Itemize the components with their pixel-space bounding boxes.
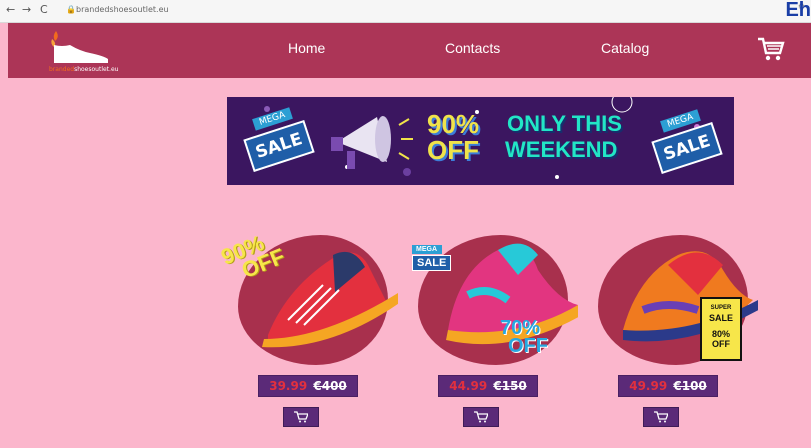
cart-icon: [654, 411, 668, 423]
lock-icon: 🔒: [66, 5, 76, 14]
original-price: €100: [673, 379, 707, 393]
cart-icon: [294, 411, 308, 423]
sale-price: 44.99: [449, 379, 488, 393]
cart-icon[interactable]: [757, 37, 785, 63]
original-price: €150: [493, 379, 527, 393]
cart-icon: [474, 411, 488, 423]
product-card-3: SUPER SALE 80% OFF 49.99 €100: [588, 225, 768, 427]
site-header: brandedshoesoutlet.eu Home Contacts Cata…: [8, 23, 811, 78]
logo-text: brandedshoesoutlet.eu: [49, 66, 119, 73]
banner-off-text: 90% OFF: [427, 109, 480, 165]
product-card-1: 90% OFF 39.99 €400: [217, 225, 408, 427]
back-icon[interactable]: ←: [6, 3, 15, 16]
nav-catalog-link[interactable]: Catalog: [601, 40, 649, 56]
sale-price: 49.99: [629, 379, 668, 393]
mega-sale-left-badge: MEGA SALE: [243, 107, 315, 173]
nav-contacts-link[interactable]: Contacts: [445, 40, 500, 56]
price-tag: 44.99 €150: [438, 375, 538, 397]
banner-headline: ONLY THIS WEEKEND: [505, 111, 622, 162]
corner-logo: Eh: [785, 0, 811, 21]
address-bar[interactable]: brandedshoesoutlet.eu: [76, 5, 169, 14]
discount-badge-70: 70% OFF: [500, 317, 548, 357]
sale-price: 39.99: [269, 379, 308, 393]
logo-shoe-icon[interactable]: [46, 29, 114, 65]
nav-home-link[interactable]: Home: [288, 40, 325, 56]
product-card-2: MEGA SALE 70% OFF 44.99 €150: [408, 225, 588, 427]
reload-icon[interactable]: C: [40, 3, 48, 16]
browser-toolbar: ← → C 🔒 brandedshoesoutlet.eu ⚙: [0, 0, 811, 23]
megaphone-icon: [331, 116, 413, 169]
add-to-cart-button[interactable]: [283, 407, 319, 427]
price-tag: 49.99 €100: [618, 375, 718, 397]
original-price: €400: [313, 379, 347, 393]
super-sale-badge: SUPER SALE 80% OFF: [700, 297, 742, 361]
price-tag: 39.99 €400: [258, 375, 358, 397]
sale-banner[interactable]: MEGA SALE 90% OFF ONLY THIS WEEKEND MEGA…: [227, 97, 734, 185]
add-to-cart-button[interactable]: [643, 407, 679, 427]
add-to-cart-button[interactable]: [463, 407, 499, 427]
forward-icon[interactable]: →: [22, 3, 31, 16]
mega-sale-badge: MEGA SALE: [412, 245, 452, 271]
mega-sale-right-badge: MEGA SALE: [651, 109, 723, 175]
